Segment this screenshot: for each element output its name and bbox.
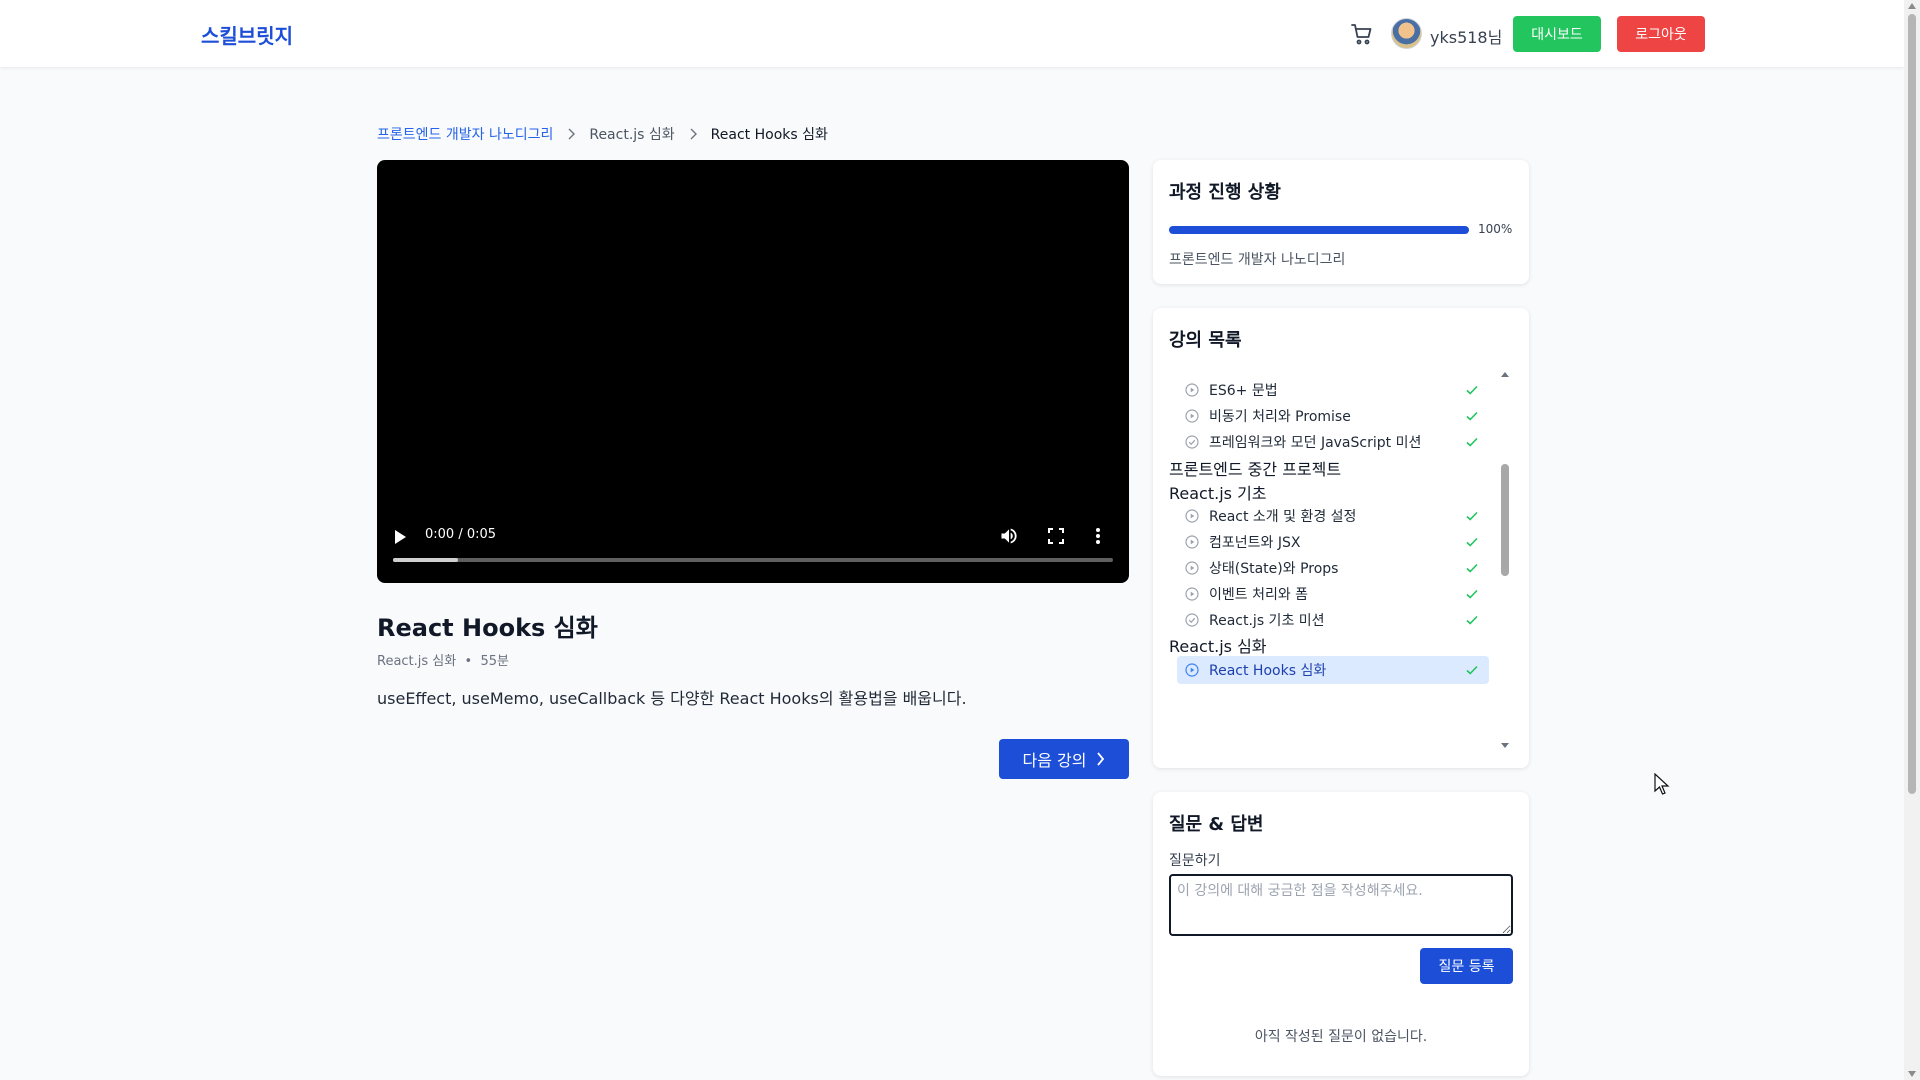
breadcrumb-course[interactable]: 프론트엔드 개발자 나노디그리 <box>377 124 553 144</box>
video-seek-bar[interactable] <box>393 558 1113 562</box>
check-circle-icon <box>1185 613 1199 627</box>
checkmark-icon <box>1466 411 1478 421</box>
play-circle-icon <box>1185 535 1199 549</box>
lesson-section: React.js 심화 <box>377 654 457 669</box>
next-lesson-button[interactable]: 다음 강의 <box>999 739 1129 779</box>
more-icon[interactable] <box>1095 526 1101 546</box>
lecture-list-title: 강의 목록 <box>1169 330 1242 351</box>
submit-question-button[interactable]: 질문 등록 <box>1420 948 1513 984</box>
checkmark-icon <box>1466 563 1478 573</box>
cart-icon[interactable] <box>1350 22 1374 46</box>
play-circle-icon <box>1185 409 1199 423</box>
video-player[interactable]: 0:00 / 0:05 <box>377 160 1129 583</box>
dashboard-button[interactable]: 대시보드 <box>1513 16 1601 52</box>
checkmark-icon <box>1466 437 1478 447</box>
checkmark-icon <box>1466 615 1478 625</box>
site-logo[interactable]: 스킬브릿지 <box>201 20 293 49</box>
list-item-label: 이벤트 처리와 폼 <box>1209 587 1309 603</box>
lesson-description: useEffect, useMemo, useCallback 등 다양한 Re… <box>377 689 967 708</box>
list-item[interactable]: React 소개 및 환경 설정 <box>1177 502 1489 530</box>
breadcrumb-section[interactable]: React.js 심화 <box>589 124 674 144</box>
section-header[interactable]: React.js 기초 <box>1169 480 1267 504</box>
lesson-duration: 55분 <box>480 654 509 669</box>
fullscreen-icon[interactable] <box>1047 527 1065 545</box>
section-header[interactable]: 프론트엔드 중간 프로젝트 <box>1169 456 1341 480</box>
play-icon[interactable] <box>395 530 406 544</box>
lecture-list-card: 강의 목록 ES6+ 문법비동기 처리와 Promise 프레임워크와 모던 Ja… <box>1153 308 1529 768</box>
video-buffered <box>393 558 458 562</box>
section-header[interactable]: React.js 심화 <box>1169 633 1267 657</box>
list-item-label: 비동기 처리와 Promise <box>1209 409 1351 425</box>
lesson-meta: React.js 심화 • 55분 <box>377 650 509 669</box>
list-item-label: 프레임워크와 모던 JavaScript 미션 <box>1209 435 1422 451</box>
list-item[interactable]: 이벤트 처리와 폼 <box>1177 580 1489 608</box>
list-item-active[interactable]: React Hooks 심화 <box>1177 656 1489 684</box>
checkmark-icon <box>1466 589 1478 599</box>
list-item-label: React 소개 및 환경 설정 <box>1209 509 1357 525</box>
list-item[interactable]: 비동기 처리와 Promise <box>1177 402 1489 430</box>
list-item-label: ES6+ 문법 <box>1209 383 1278 399</box>
list-item[interactable]: 상태(State)와 Props <box>1177 554 1489 582</box>
play-circle-icon <box>1185 383 1199 397</box>
page-scrollbar[interactable] <box>1904 0 1920 1080</box>
progress-fill <box>1169 226 1469 234</box>
scroll-down-arrow-icon[interactable] <box>1501 743 1509 748</box>
chevron-right-icon <box>568 128 576 140</box>
lesson-title: React Hooks 심화 <box>377 614 598 642</box>
list-item[interactable]: 프레임워크와 모던 JavaScript 미션 <box>1177 428 1489 456</box>
progress-title: 과정 진행 상황 <box>1169 182 1281 203</box>
checkmark-icon <box>1466 385 1478 395</box>
chevron-right-icon <box>1097 752 1105 766</box>
list-item-label: React Hooks 심화 <box>1209 663 1327 679</box>
scroll-up-arrow-icon[interactable] <box>1908 3 1916 9</box>
checkmark-icon <box>1466 537 1478 547</box>
scroll-up-arrow-icon[interactable] <box>1501 372 1509 377</box>
list-item-label: React.js 기초 미션 <box>1209 613 1325 629</box>
empty-questions-text: 아직 작성된 질문이 없습니다. <box>1254 1029 1428 1045</box>
list-item[interactable]: ES6+ 문법 <box>1177 376 1489 404</box>
lecture-list-scrollbar[interactable] <box>1499 368 1511 752</box>
username: yks518님 <box>1430 28 1503 47</box>
top-navigation: 스킬브릿지 yks518님 대시보드 로그아웃 <box>0 0 1904 67</box>
check-circle-icon <box>1185 435 1199 449</box>
play-circle-icon <box>1185 561 1199 575</box>
scroll-down-arrow-icon[interactable] <box>1908 1071 1916 1077</box>
list-item[interactable]: React.js 기초 미션 <box>1177 606 1489 634</box>
mouse-cursor-icon <box>1654 773 1670 795</box>
checkmark-icon <box>1466 665 1478 675</box>
progress-bar <box>1169 226 1469 234</box>
progress-percent: 100% <box>1478 222 1513 236</box>
question-input[interactable] <box>1169 874 1513 936</box>
next-lesson-label: 다음 강의 <box>1022 751 1087 770</box>
breadcrumb-current: React Hooks 심화 <box>710 127 828 143</box>
lecture-list[interactable]: ES6+ 문법비동기 처리와 Promise 프레임워크와 모던 JavaScri… <box>1153 368 1529 752</box>
chevron-right-icon <box>690 128 697 140</box>
play-circle-icon <box>1185 509 1199 523</box>
lecture-list-scroll-thumb[interactable] <box>1501 464 1509 576</box>
play-circle-icon <box>1185 663 1199 677</box>
checkmark-icon <box>1466 511 1478 521</box>
play-circle-icon <box>1185 587 1199 601</box>
scrollbar-thumb[interactable] <box>1908 14 1916 794</box>
progress-course-name: 프론트엔드 개발자 나노디그리 <box>1169 252 1346 268</box>
volume-icon[interactable] <box>999 526 1019 546</box>
avatar[interactable] <box>1391 18 1422 49</box>
qa-card: 질문 & 답변 질문하기 질문 등록 아직 작성된 질문이 없습니다. <box>1153 792 1529 1076</box>
ask-label: 질문하기 <box>1169 853 1221 869</box>
list-item[interactable]: 컴포넌트와 JSX <box>1177 528 1489 556</box>
list-item-label: 컴포넌트와 JSX <box>1209 535 1301 551</box>
progress-card: 과정 진행 상황 100% 프론트엔드 개발자 나노디그리 <box>1153 160 1529 284</box>
meta-separator: • <box>460 654 477 669</box>
qa-title: 질문 & 답변 <box>1169 814 1264 835</box>
list-item-label: 상태(State)와 Props <box>1209 561 1339 577</box>
logout-button[interactable]: 로그아웃 <box>1617 16 1705 52</box>
breadcrumb: 프론트엔드 개발자 나노디그리 React.js 심화 React Hooks … <box>377 124 828 144</box>
video-time: 0:00 / 0:05 <box>425 527 497 542</box>
